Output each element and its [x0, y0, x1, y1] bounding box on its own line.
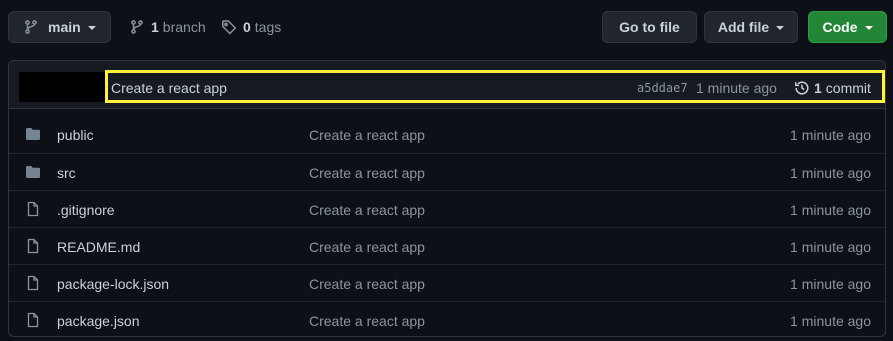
- history-icon: [795, 81, 809, 95]
- file-time: 1 minute ago: [790, 127, 871, 143]
- folder-icon: [26, 166, 40, 178]
- branches-link[interactable]: 1 branch: [129, 11, 206, 43]
- go-to-file-button[interactable]: Go to file: [602, 11, 697, 43]
- latest-commit-message[interactable]: Create a react app: [111, 80, 227, 96]
- go-to-file-label: Go to file: [619, 19, 680, 35]
- file-row[interactable]: package.json Create a react app 1 minute…: [9, 301, 885, 336]
- file-row[interactable]: src Create a react app 1 minute ago: [9, 153, 885, 190]
- file-time: 1 minute ago: [790, 202, 871, 218]
- file-commit-message[interactable]: Create a react app: [309, 239, 425, 255]
- chevron-down-icon: [864, 26, 873, 30]
- file-commit-message[interactable]: Create a react app: [309, 313, 425, 329]
- repo-toolbar: main 1 branch 0 tags Go to file Add file…: [8, 11, 887, 45]
- file-name[interactable]: package-lock.json: [57, 276, 169, 292]
- tag-icon: [222, 20, 237, 35]
- tags-link[interactable]: 0 tags: [221, 11, 281, 43]
- git-branch-icon: [25, 20, 37, 34]
- commit-sha[interactable]: a5ddae7: [637, 81, 688, 95]
- chevron-down-icon: [87, 26, 96, 30]
- file-name[interactable]: package.json: [57, 313, 140, 329]
- file-list: public Create a react app 1 minute ago s…: [9, 116, 885, 336]
- file-icon: [27, 275, 39, 291]
- branch-select-button[interactable]: main: [8, 11, 111, 43]
- avatar-redacted: [19, 72, 105, 102]
- file-time: 1 minute ago: [790, 165, 871, 181]
- branch-label: branch: [162, 19, 206, 35]
- file-row[interactable]: .gitignore Create a react app 1 minute a…: [9, 190, 885, 227]
- add-file-label: Add file: [717, 19, 770, 35]
- file-icon: [27, 312, 39, 328]
- file-icon: [27, 238, 39, 254]
- code-label: Code: [822, 19, 858, 35]
- folder-icon: [26, 128, 40, 140]
- commit-time: 1 minute ago: [696, 80, 777, 96]
- file-icon: [27, 201, 39, 217]
- commit-count-label: commit: [825, 80, 871, 96]
- file-name[interactable]: README.md: [57, 239, 140, 255]
- file-commit-message[interactable]: Create a react app: [309, 276, 425, 292]
- branch-count: 1: [151, 19, 159, 35]
- add-file-button[interactable]: Add file: [704, 11, 798, 43]
- commit-count: 1: [814, 80, 822, 96]
- file-time: 1 minute ago: [790, 239, 871, 255]
- file-commit-message[interactable]: Create a react app: [309, 202, 425, 218]
- chevron-down-icon: [776, 26, 785, 30]
- tag-count: 0: [243, 19, 251, 35]
- file-row[interactable]: package-lock.json Create a react app 1 m…: [9, 264, 885, 301]
- file-name[interactable]: src: [57, 165, 76, 181]
- file-commit-message[interactable]: Create a react app: [309, 165, 425, 181]
- file-name[interactable]: .gitignore: [57, 202, 115, 218]
- latest-commit-bar: Create a react app a5ddae7 1 minute ago …: [9, 61, 885, 109]
- commit-history-link[interactable]: 1 commit: [794, 78, 871, 98]
- file-time: 1 minute ago: [790, 313, 871, 329]
- code-button[interactable]: Code: [808, 11, 887, 43]
- file-commit-message[interactable]: Create a react app: [309, 127, 425, 143]
- tag-label: tags: [254, 19, 282, 35]
- branch-name: main: [48, 19, 81, 35]
- file-browser: Create a react app a5ddae7 1 minute ago …: [8, 60, 886, 337]
- file-name[interactable]: public: [57, 127, 94, 143]
- git-branch-icon: [131, 20, 143, 34]
- file-row[interactable]: README.md Create a react app 1 minute ag…: [9, 227, 885, 264]
- file-time: 1 minute ago: [790, 276, 871, 292]
- file-row[interactable]: public Create a react app 1 minute ago: [9, 116, 885, 153]
